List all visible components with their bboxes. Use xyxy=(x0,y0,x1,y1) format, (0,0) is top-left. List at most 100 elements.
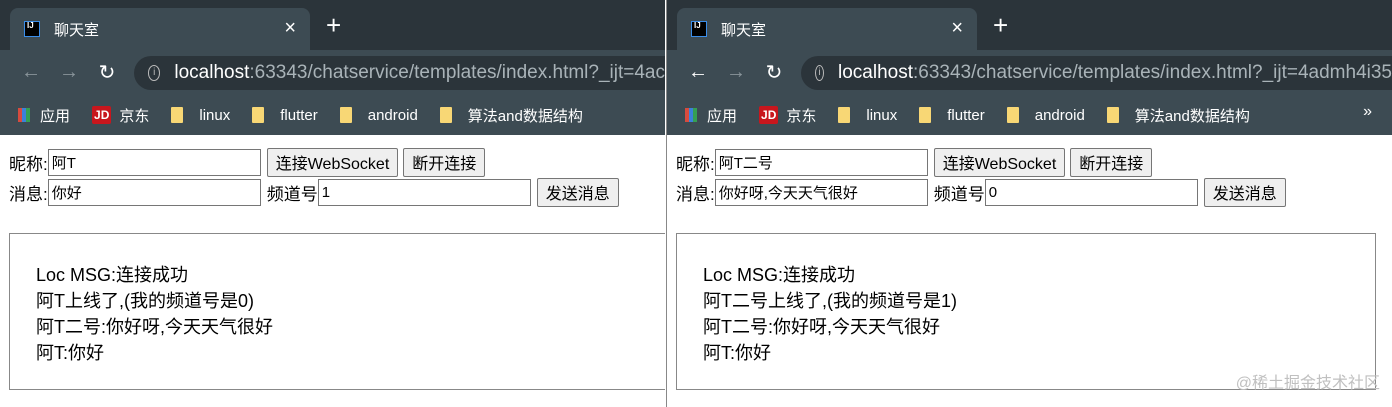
bookmark-label: linux xyxy=(866,106,898,124)
log-line: 阿T二号上线了,(我的频道号是1) xyxy=(703,291,957,311)
bookmark-jd[interactable]: JD 京东 xyxy=(92,105,149,126)
tab-chatroom[interactable]: IJ 聊天室 × xyxy=(10,8,310,50)
bookmark-apps[interactable]: 应用 xyxy=(18,105,70,126)
message-label: 消息: xyxy=(676,184,715,204)
browser-window-left: IJ 聊天室 × + ← → ↻ i localhost:63343/chats… xyxy=(0,0,665,407)
message-label: 消息: xyxy=(9,184,48,204)
nickname-label: 昵称: xyxy=(9,154,48,174)
url-host: localhost xyxy=(838,61,914,83)
bookmark-label: 京东 xyxy=(119,107,150,125)
bookmarks-bar: 应用 JD 京东 linux flutter android 算法and数据结构 … xyxy=(667,95,1392,135)
channel-input[interactable] xyxy=(984,178,1198,206)
bookmark-algorithms[interactable]: 算法and数据结构 xyxy=(439,105,583,126)
page-content: 昵称: 连接WebSocket 断开连接 消息: 频道号 发送消息 Loc MS… xyxy=(0,135,665,402)
folder-icon xyxy=(252,107,265,123)
folder-icon xyxy=(919,107,932,123)
send-button[interactable]: 发送消息 xyxy=(536,177,619,207)
disconnect-button[interactable]: 断开连接 xyxy=(403,147,486,177)
log-line: Loc MSG:连接成功 xyxy=(703,265,856,285)
folder-icon xyxy=(171,107,184,123)
forward-icon[interactable]: → xyxy=(50,61,88,84)
toolbar: ← → ↻ i localhost:63343/chatservice/temp… xyxy=(0,50,665,95)
channel-label: 频道号 xyxy=(933,184,985,204)
bookmark-label: 算法and数据结构 xyxy=(1134,107,1250,125)
nickname-label: 昵称: xyxy=(676,154,715,174)
message-log: Loc MSG:连接成功 阿T上线了,(我的频道号是0) 阿T二号:你好呀,今天… xyxy=(9,233,665,390)
message-log: Loc MSG:连接成功 阿T二号上线了,(我的频道号是1) 阿T二号:你好呀,… xyxy=(676,233,1376,390)
back-icon[interactable]: ← xyxy=(12,61,50,84)
toolbar: ← → ↻ i localhost:63343/chatservice/temp… xyxy=(667,50,1392,95)
nickname-input[interactable] xyxy=(714,148,928,176)
bookmark-label: flutter xyxy=(947,106,985,124)
reload-icon[interactable]: ↻ xyxy=(88,60,126,85)
url-path: :63343/chatservice/templates/index.html?… xyxy=(913,61,1392,83)
folder-icon xyxy=(838,107,851,123)
nickname-input[interactable] xyxy=(47,148,261,176)
info-icon[interactable]: i xyxy=(148,64,161,81)
intellij-icon: IJ xyxy=(24,21,40,37)
tab-strip: IJ 聊天室 × + xyxy=(667,0,1392,50)
folder-icon xyxy=(1106,107,1119,123)
log-line: 阿T:你好 xyxy=(36,343,105,363)
bookmark-flutter[interactable]: flutter xyxy=(919,107,985,124)
message-input[interactable] xyxy=(714,178,928,206)
url-host: localhost xyxy=(174,61,250,83)
connect-button[interactable]: 连接WebSocket xyxy=(266,147,399,177)
bookmark-label: android xyxy=(1034,106,1085,124)
back-icon[interactable]: ← xyxy=(679,61,717,84)
info-icon[interactable]: i xyxy=(815,64,825,81)
bookmark-android[interactable]: android xyxy=(1006,106,1085,124)
bookmark-algorithms[interactable]: 算法and数据结构 xyxy=(1106,105,1250,126)
folder-icon xyxy=(339,107,352,123)
disconnect-button[interactable]: 断开连接 xyxy=(1070,147,1153,177)
bookmark-label: flutter xyxy=(280,106,318,124)
bookmark-flutter[interactable]: flutter xyxy=(252,107,318,124)
log-line: 阿T二号:你好呀,今天天气很好 xyxy=(36,317,273,337)
send-button[interactable]: 发送消息 xyxy=(1203,177,1286,207)
apps-grid-icon xyxy=(685,108,697,122)
log-line: 阿T二号:你好呀,今天天气很好 xyxy=(703,317,940,337)
bookmark-label: 算法and数据结构 xyxy=(467,107,583,125)
bookmark-android[interactable]: android xyxy=(339,106,418,124)
jd-icon: JD xyxy=(92,106,112,124)
folder-icon xyxy=(439,107,452,123)
new-tab-icon[interactable]: + xyxy=(993,10,1008,41)
bookmark-linux[interactable]: linux xyxy=(171,107,230,124)
new-tab-icon[interactable]: + xyxy=(326,10,341,41)
watermark: @稀土掘金技术社区 xyxy=(1235,375,1380,392)
bookmark-apps[interactable]: 应用 xyxy=(685,105,737,126)
bookmark-label: linux xyxy=(199,106,231,124)
log-line: Loc MSG:连接成功 xyxy=(36,265,189,285)
bookmarks-bar: 应用 JD 京东 linux flutter android 算法and数据结构 xyxy=(0,95,665,135)
bookmark-linux[interactable]: linux xyxy=(838,107,897,124)
intellij-icon: IJ xyxy=(691,21,707,37)
forward-icon[interactable]: → xyxy=(717,61,755,84)
close-tab-icon[interactable]: × xyxy=(284,17,296,40)
address-bar[interactable]: i localhost:63343/chatservice/templates/… xyxy=(801,55,1392,90)
log-line: 阿T:你好 xyxy=(703,343,772,363)
bookmark-label: 京东 xyxy=(786,107,817,125)
channel-label: 频道号 xyxy=(266,184,318,204)
apps-grid-icon xyxy=(18,108,30,122)
more-bookmarks-icon[interactable]: » xyxy=(1363,103,1372,121)
bookmark-jd[interactable]: JD 京东 xyxy=(759,105,816,126)
tab-chatroom[interactable]: IJ 聊天室 × xyxy=(677,8,977,50)
bookmark-label: 应用 xyxy=(40,107,71,125)
bookmark-label: 应用 xyxy=(707,107,738,125)
jd-icon: JD xyxy=(759,106,779,124)
tab-title: 聊天室 xyxy=(721,21,767,39)
url-path: :63343/chatservice/templates/index.html?… xyxy=(249,61,665,83)
browser-window-right: IJ 聊天室 × + ← → ↻ i localhost:63343/chats… xyxy=(666,0,1392,407)
message-input[interactable] xyxy=(47,178,261,206)
connect-button[interactable]: 连接WebSocket xyxy=(933,147,1066,177)
bookmark-label: android xyxy=(367,106,418,124)
channel-input[interactable] xyxy=(317,178,531,206)
reload-icon[interactable]: ↻ xyxy=(755,60,793,85)
page-content: 昵称: 连接WebSocket 断开连接 消息: 频道号 发送消息 Loc MS… xyxy=(667,135,1392,402)
folder-icon xyxy=(1006,107,1019,123)
close-tab-icon[interactable]: × xyxy=(951,17,963,40)
address-bar[interactable]: i localhost:63343/chatservice/templates/… xyxy=(134,55,665,90)
log-line: 阿T上线了,(我的频道号是0) xyxy=(36,291,254,311)
tab-strip: IJ 聊天室 × + xyxy=(0,0,665,50)
tab-title: 聊天室 xyxy=(54,21,100,39)
